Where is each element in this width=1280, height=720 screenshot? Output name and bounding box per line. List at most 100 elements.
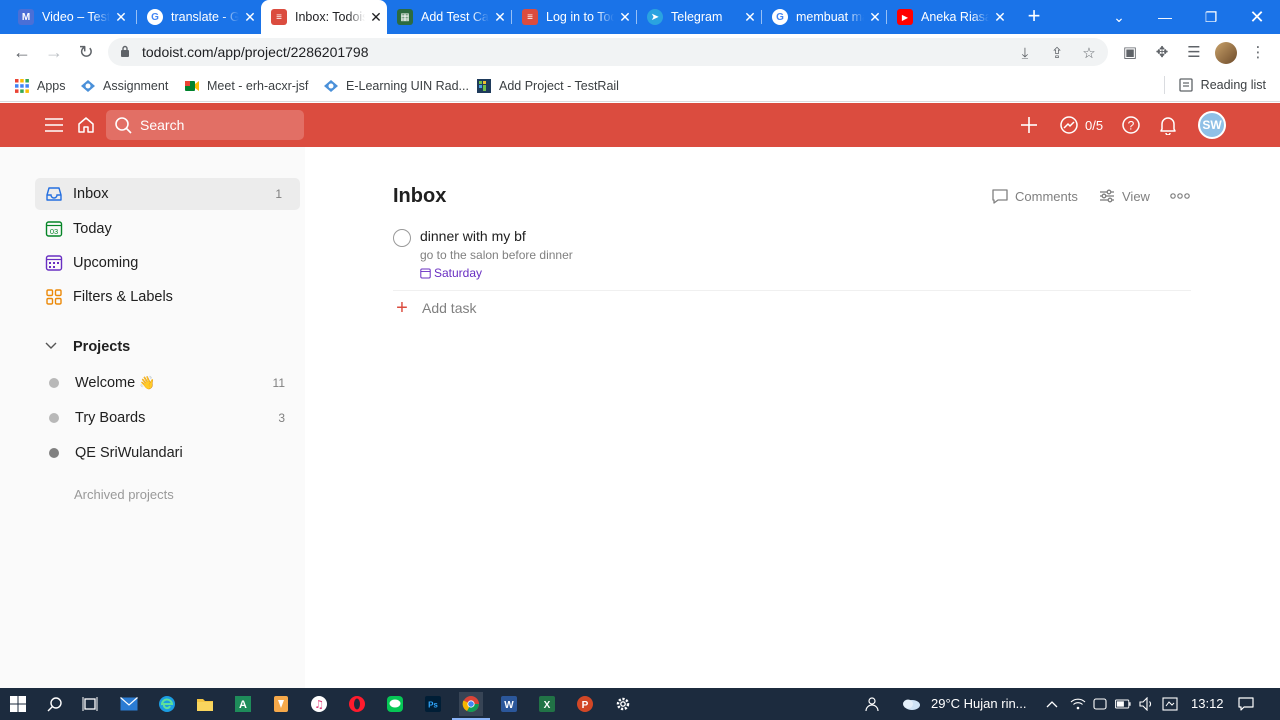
- install-app-icon[interactable]: ⤓: [1016, 44, 1034, 62]
- bookmark-apps[interactable]: Apps: [14, 76, 66, 96]
- close-icon[interactable]: ✕: [864, 9, 886, 26]
- sheets-app-icon[interactable]: A: [231, 692, 255, 716]
- word-icon[interactable]: W: [497, 692, 521, 716]
- todoist-icon: ≡: [522, 9, 538, 25]
- close-icon[interactable]: ✕: [365, 9, 387, 26]
- productivity-icon: [1060, 116, 1078, 134]
- action-center-icon[interactable]: [1238, 696, 1254, 712]
- more-options-icon[interactable]: [1170, 187, 1196, 205]
- tab-search-icon[interactable]: ⌄: [1096, 0, 1142, 34]
- archived-projects-link[interactable]: Archived projects: [74, 487, 174, 502]
- search-icon[interactable]: [43, 692, 67, 716]
- add-task-plus-icon[interactable]: [1018, 114, 1040, 136]
- divider: [1163, 76, 1165, 94]
- volume-icon[interactable]: [1139, 696, 1155, 712]
- bookmark-meet[interactable]: Meet - erh-acxr-jsf: [184, 76, 308, 96]
- photoshop-icon[interactable]: Ps: [421, 692, 445, 716]
- chevron-up-icon[interactable]: [1044, 696, 1060, 712]
- task-view-icon[interactable]: [78, 692, 102, 716]
- notes-app-icon[interactable]: [269, 692, 293, 716]
- reading-list-button[interactable]: Reading list: [1163, 76, 1266, 94]
- project-item-try-boards[interactable]: Try Boards 3: [49, 406, 299, 430]
- windows-start-icon[interactable]: [6, 692, 30, 716]
- puzzle-extensions-icon[interactable]: ✥: [1153, 43, 1171, 61]
- user-avatar[interactable]: SW: [1198, 111, 1226, 139]
- projects-section-toggle[interactable]: Projects: [44, 337, 130, 357]
- battery-icon[interactable]: [1115, 696, 1131, 712]
- sidebar-item-filters-labels[interactable]: Filters & Labels: [35, 281, 300, 313]
- clock-time[interactable]: 13:12: [1191, 696, 1224, 711]
- sidebar-item-today[interactable]: 03 Today: [35, 213, 300, 245]
- close-icon[interactable]: ✕: [739, 9, 761, 26]
- new-tab-button[interactable]: +: [1022, 5, 1046, 29]
- browser-tab[interactable]: ▶ Aneka Riasan ✕: [887, 0, 1011, 34]
- chrome-icon[interactable]: [452, 692, 490, 720]
- svg-text:P: P: [582, 700, 589, 711]
- browser-tab[interactable]: G translate - Google ✕: [137, 0, 261, 34]
- close-icon[interactable]: ✕: [110, 9, 132, 26]
- project-item-qe-sriwulandari[interactable]: QE SriWulandari: [49, 441, 299, 465]
- sidebar-item-upcoming[interactable]: Upcoming: [35, 247, 300, 279]
- close-icon[interactable]: ✕: [989, 9, 1011, 26]
- search-input[interactable]: Search: [106, 110, 304, 140]
- window-close-icon[interactable]: ✕: [1234, 0, 1280, 34]
- forward-arrow-icon[interactable]: →: [42, 40, 66, 64]
- minimize-icon[interactable]: —: [1142, 0, 1188, 34]
- browser-tab[interactable]: ➤ Telegram ✕: [637, 0, 761, 34]
- browser-tab-active[interactable]: ≡ Inbox: Todoist ✕: [261, 0, 387, 34]
- sliders-icon: [1100, 189, 1114, 203]
- comments-button[interactable]: Comments: [991, 187, 1078, 205]
- opera-icon[interactable]: [345, 692, 369, 716]
- line-app-icon[interactable]: [383, 692, 407, 716]
- tab-title: Log in to Todoist: [546, 10, 614, 24]
- back-arrow-icon[interactable]: ←: [10, 40, 34, 64]
- close-icon[interactable]: ✕: [614, 9, 636, 26]
- home-icon[interactable]: [75, 114, 97, 136]
- share-icon[interactable]: ⇪: [1048, 44, 1066, 62]
- extension-icon[interactable]: ▣: [1121, 43, 1139, 61]
- help-icon[interactable]: ?: [1120, 114, 1142, 136]
- reload-icon[interactable]: ↻: [74, 40, 98, 64]
- edge-icon[interactable]: [155, 692, 179, 716]
- weather-label[interactable]: 29°C Hujan rin...: [931, 696, 1027, 711]
- language-ime-icon[interactable]: [1162, 696, 1178, 712]
- bookmark-elearning[interactable]: E-Learning UIN Rad...: [323, 76, 469, 96]
- task-complete-checkbox[interactable]: [393, 229, 411, 247]
- itunes-icon[interactable]: ♫: [307, 692, 331, 716]
- view-label: View: [1122, 188, 1150, 204]
- close-icon[interactable]: ✕: [239, 9, 261, 26]
- task-title[interactable]: dinner with my bf: [420, 228, 526, 244]
- mail-icon[interactable]: [117, 692, 141, 716]
- view-button[interactable]: View: [1098, 187, 1150, 205]
- address-bar[interactable]: todoist.com/app/project/2286201798 ⤓ ⇪ ☆: [108, 38, 1108, 66]
- browser-tab[interactable]: ≡ Log in to Todoist ✕: [512, 0, 636, 34]
- task-item[interactable]: dinner with my bf go to the salon before…: [393, 227, 1191, 291]
- bookmark-testrail[interactable]: Add Project - TestRail: [476, 76, 619, 96]
- file-explorer-icon[interactable]: [193, 692, 217, 716]
- project-label: Welcome: [75, 375, 136, 391]
- restore-icon[interactable]: ❐: [1188, 0, 1234, 34]
- os-taskbar: A ♫ Ps W X P 29°C Hujan rin... 13:12: [0, 688, 1280, 720]
- notifications-bell-icon[interactable]: [1157, 114, 1179, 136]
- powerpoint-icon[interactable]: P: [573, 692, 597, 716]
- bookmark-star-icon[interactable]: ☆: [1080, 44, 1098, 62]
- add-task-button[interactable]: + Add task: [393, 297, 476, 319]
- hamburger-menu-icon[interactable]: [43, 114, 65, 136]
- browser-tab[interactable]: ▦ Add Test Case ✕: [387, 0, 511, 34]
- sidebar-item-inbox[interactable]: Inbox 1: [35, 178, 300, 210]
- excel-icon[interactable]: X: [535, 692, 559, 716]
- profile-avatar[interactable]: [1215, 42, 1237, 64]
- media-control-icon[interactable]: ☰: [1185, 43, 1203, 61]
- people-icon[interactable]: [864, 696, 880, 712]
- settings-gear-icon[interactable]: [611, 692, 635, 716]
- close-icon[interactable]: ✕: [489, 9, 511, 26]
- project-item-welcome[interactable]: Welcome 👋 11: [49, 371, 299, 395]
- browser-tab[interactable]: G membuat makalah ✕: [762, 0, 886, 34]
- wifi-icon[interactable]: [1070, 696, 1086, 712]
- kebab-menu-icon[interactable]: ⋮: [1249, 43, 1267, 61]
- bookmark-assignment[interactable]: Assignment: [80, 76, 168, 96]
- productivity-button[interactable]: 0/5: [1059, 114, 1103, 136]
- meet-now-icon[interactable]: [1092, 696, 1108, 712]
- task-due-date[interactable]: Saturday: [420, 266, 482, 280]
- browser-tab[interactable]: M Video – Test ✕: [8, 0, 132, 34]
